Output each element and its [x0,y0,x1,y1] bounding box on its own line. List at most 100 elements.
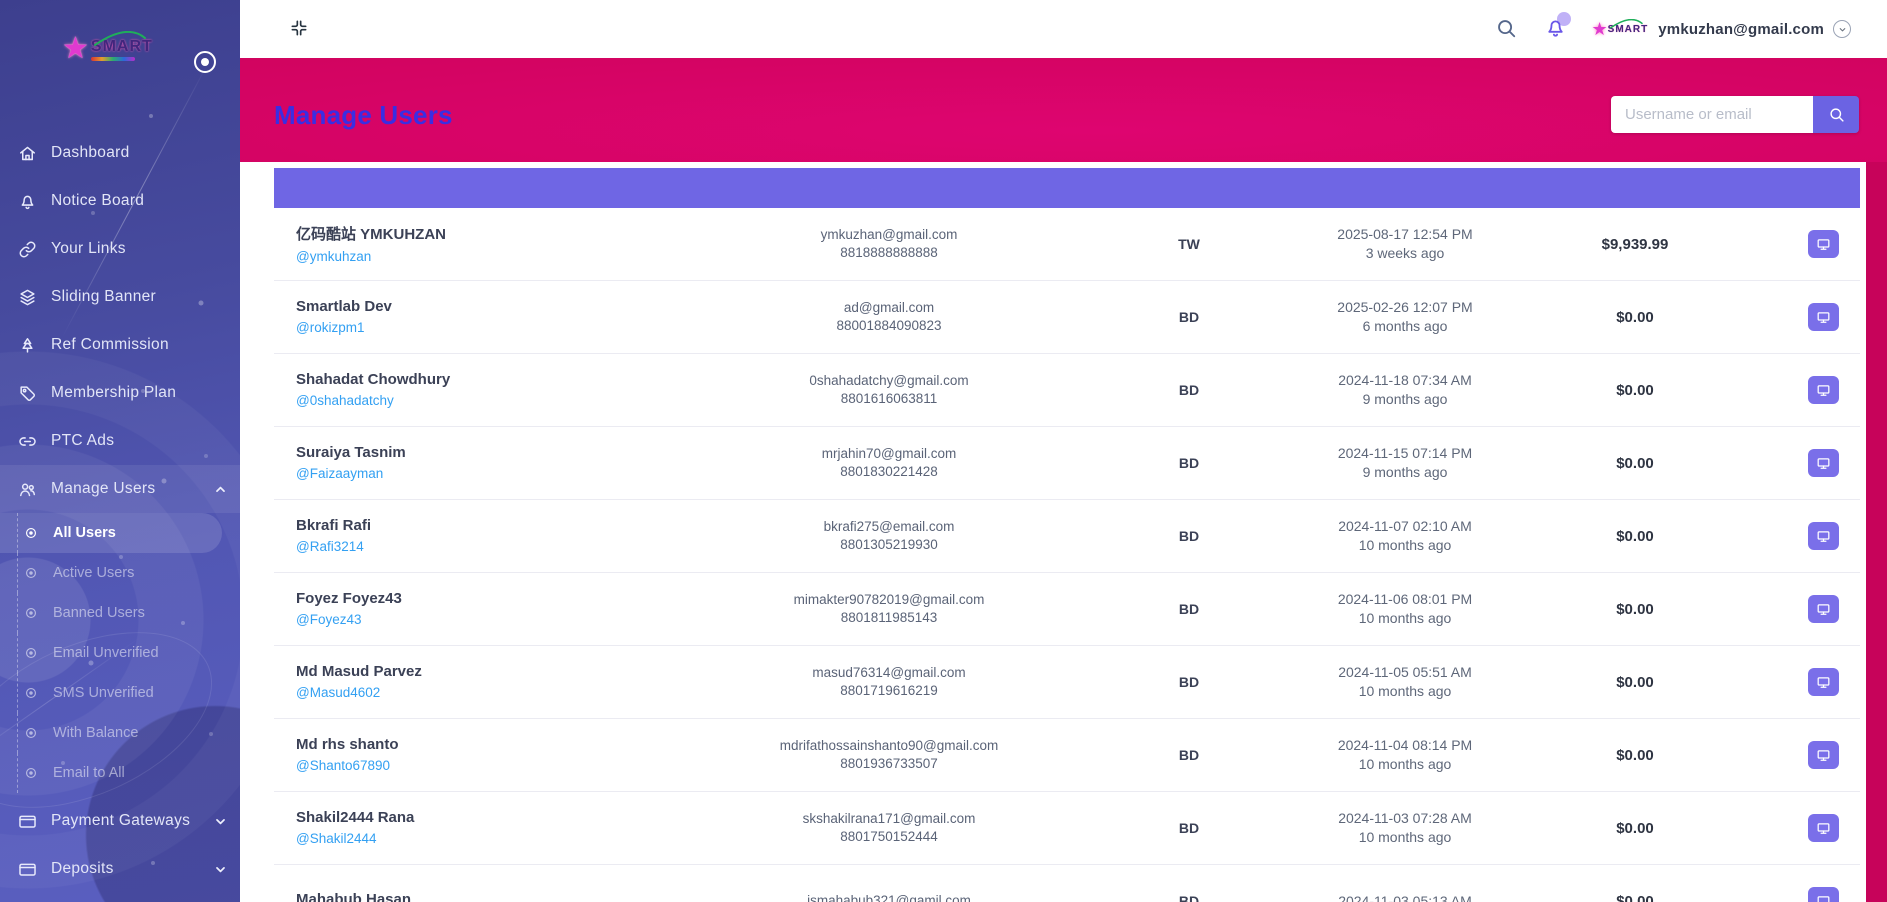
email-phone-cell: mimakter90782019@gmail.com 8801811985143 [739,591,1039,627]
collapse-sidebar-button[interactable] [286,16,312,42]
users-table: 亿码酷站 YMKUHZAN @ymkuhzan ymkuzhan@gmail.c… [274,168,1860,902]
user-phone: 8801830221428 [840,464,938,479]
scrollbar-track[interactable] [1866,162,1887,902]
sidebar-item-your-links[interactable]: Your Links [0,225,240,273]
table-row: Foyez Foyez43 @Foyez43 mimakter90782019@… [274,573,1860,646]
user-search-input[interactable] [1611,96,1813,133]
user-email: skshakilrana171@gmail.com [802,811,976,826]
monitor-icon [1816,310,1831,325]
sidebar-item-email-to-all[interactable]: Email to All [0,753,240,793]
user-detail-button[interactable] [1808,814,1839,842]
sidebar-item-manage-users[interactable]: Manage Users [0,465,240,513]
monitor-icon [1816,237,1831,252]
user-balance: $0.00 [1616,600,1654,618]
user-cell: Suraiya Tasnim @Faizaayman [274,444,739,483]
user-phone: 8801750152444 [840,829,938,844]
sidebar-item-membership-plan[interactable]: Membership Plan [0,369,240,417]
joined-date: 2024-11-06 08:01 PM [1337,591,1473,607]
monitor-icon [1816,894,1831,902]
sidebar: ★ SMART Dashboard Notice Board Your Link… [0,0,240,902]
user-name: Md Masud Parvez [296,662,422,680]
sidebar-item-deposits[interactable]: Deposits [0,845,240,893]
user-detail-button[interactable] [1808,595,1839,623]
email-phone-cell: bkrafi275@email.com 8801305219930 [739,518,1039,554]
chevron-down-icon [1833,20,1851,38]
user-handle-link[interactable]: @Faizaayman [296,466,383,481]
user-detail-button[interactable] [1808,887,1839,902]
user-handle-link[interactable]: @Rafi3214 [296,539,364,554]
action-cell [1799,449,1860,477]
joined-ago: 10 months ago [1358,537,1452,553]
user-name: Shahadat Chowdhury [296,370,451,388]
user-balance: $9,939.99 [1601,235,1669,253]
user-handle-link[interactable]: @Shanto67890 [296,758,390,773]
user-detail-button[interactable] [1808,230,1839,258]
monitor-icon [1816,602,1831,617]
sidebar-item-label: With Balance [53,725,139,741]
user-name: Foyez Foyez43 [296,589,402,607]
sidebar-item-label: Ref Commission [51,336,169,353]
user-detail-button[interactable] [1808,522,1839,550]
sidebar-item-label: Active Users [53,565,135,581]
notifications-button[interactable] [1544,12,1571,42]
user-handle-link[interactable]: @Masud4602 [296,685,380,700]
user-detail-button[interactable] [1808,449,1839,477]
user-name: Bkrafi Rafi [296,516,372,534]
user-country: BD [1178,309,1200,325]
brand-logo: ★ SMART [62,30,153,64]
action-cell [1799,887,1860,902]
sidebar-item-dashboard[interactable]: Dashboard [0,129,240,177]
sidebar-item-ref-commission[interactable]: Ref Commission [0,321,240,369]
sidebar-item-sliding-banner[interactable]: Sliding Banner [0,273,240,321]
sidebar-item-with-balance[interactable]: With Balance [0,713,240,753]
sidebar-item-active-users[interactable]: Active Users [0,553,240,593]
user-detail-button[interactable] [1808,741,1839,769]
sidebar-item-sms-unverified[interactable]: SMS Unverified [0,673,240,713]
user-detail-button[interactable] [1808,668,1839,696]
joined-cell: 2025-08-17 12:54 PM 3 weeks ago [1337,225,1472,263]
user-handle-link[interactable]: @rokizpm1 [296,320,364,335]
user-name: Mahabub Hasan [296,890,412,902]
user-cell: Bkrafi Rafi @Rafi3214 [274,517,739,556]
email-phone-cell: ymkuzhan@gmail.com 8818888888888 [739,226,1039,262]
joined-ago: 10 months ago [1358,610,1452,626]
search-icon [1495,17,1517,39]
user-country: BD [1178,820,1200,836]
email-phone-cell: masud76314@gmail.com 8801719616219 [739,664,1039,700]
account-menu[interactable]: ymkuzhan@gmail.com [1658,20,1851,38]
user-handle-link[interactable]: @Shakil2444 [296,831,377,846]
user-email: mimakter90782019@gmail.com [793,592,985,607]
sidebar-item-label: Your Links [51,240,126,257]
user-search-button[interactable] [1813,96,1859,133]
sidebar-item-all-users[interactable]: All Users [0,513,222,553]
sidebar-item-notice-board[interactable]: Notice Board [0,177,240,225]
joined-ago: 6 months ago [1362,318,1448,334]
user-country: BD [1178,747,1200,763]
table-row: Bkrafi Rafi @Rafi3214 bkrafi275@email.co… [274,500,1860,573]
sidebar-item-label: Manage Users [51,480,156,497]
sidebar-item-payment-gateways[interactable]: Payment Gateways [0,797,240,845]
sidebar-item-ptc-ads[interactable]: PTC Ads [0,417,240,465]
user-detail-button[interactable] [1808,376,1839,404]
joined-ago: 10 months ago [1358,829,1452,845]
user-email: ad@gmail.com [843,300,935,315]
user-country: BD [1178,455,1200,471]
user-handle-link[interactable]: @ymkuhzan [296,249,371,264]
joined-date: 2024-11-05 05:51 AM [1338,664,1472,680]
sidebar-toggle-button[interactable] [194,51,216,73]
user-handle-link[interactable]: @Foyez43 [296,612,361,627]
radio-icon [24,606,38,620]
joined-date: 2024-11-03 07:28 AM [1338,810,1472,826]
compress-icon [289,18,309,38]
user-detail-button[interactable] [1808,303,1839,331]
topbar-search-button[interactable] [1494,17,1518,41]
sidebar-item-banned-users[interactable]: Banned Users [0,593,240,633]
user-handle-link[interactable]: @0shahadatchy [296,393,394,408]
sidebar-item-label: Deposits [51,860,114,877]
sidebar-item-label: All Users [53,525,116,541]
link-icon [18,240,37,259]
user-country: BD [1178,674,1200,690]
sidebar-item-email-unverified[interactable]: Email Unverified [0,633,240,673]
joined-cell: 2024-11-03 05:13 AM [1338,892,1472,902]
action-cell [1799,303,1860,331]
